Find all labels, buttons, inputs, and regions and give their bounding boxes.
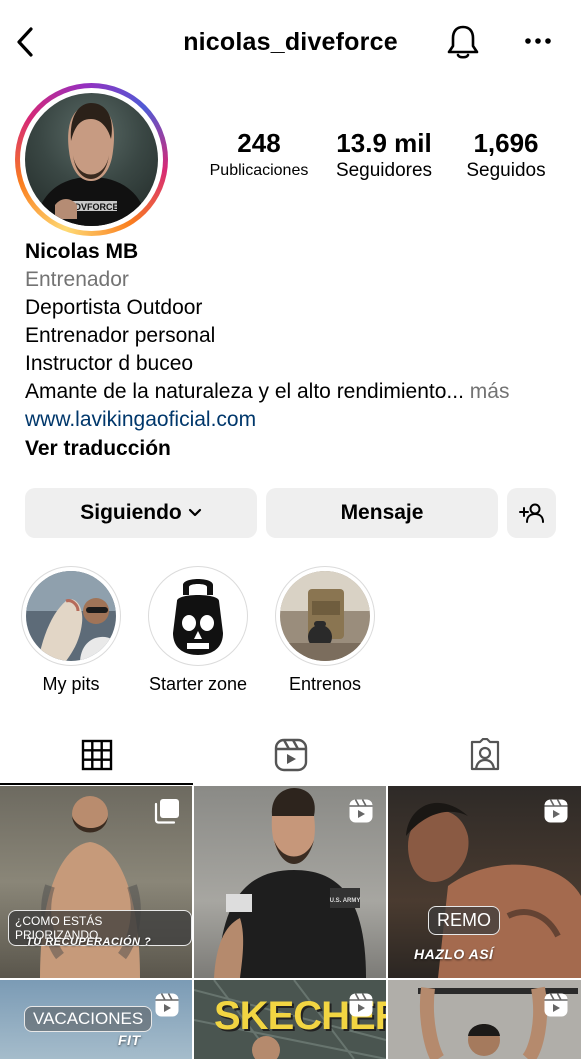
tagged-icon [470, 738, 499, 771]
highlight-my-pits[interactable]: My pits [21, 566, 121, 695]
highlight-label: Starter zone [148, 674, 248, 694]
more-horizontal-icon [525, 38, 551, 44]
post-caption-text: TU RECUPERACIÓN ? [26, 936, 152, 948]
post-shirt-text: U.S. ARMY [330, 898, 361, 904]
posts-grid: ¿COMO ESTÁS PRIORIZANDO TU RECUPERACIÓN … [0, 786, 581, 1059]
profile-tabs [0, 725, 581, 785]
carousel-icon [154, 799, 179, 824]
post-caption-text: FIT [118, 1032, 141, 1048]
post-caption-pill: VACACIONES [24, 1006, 153, 1032]
bio-line: Amante de la naturaleza y el alto rendim… [25, 378, 555, 406]
following-button[interactable]: Siguiendo [25, 488, 257, 538]
post-tile[interactable]: REMO HAZLO ASÍ [388, 786, 581, 978]
see-translation-link[interactable]: Ver traducción [25, 434, 555, 464]
stat-posts-count: 248 [237, 128, 281, 158]
bio-last-line: Amante de la naturaleza y el alto rendim… [25, 380, 464, 403]
highlight-starter-zone[interactable]: Starter zone [148, 566, 248, 695]
bio-line: Deportista Outdoor [25, 296, 203, 319]
highlight-label: Entrenos [288, 674, 362, 694]
bio-more-link[interactable]: más [470, 380, 510, 403]
tab-posts-grid[interactable] [0, 725, 193, 785]
profile-username: nicolas_diveforce [183, 28, 398, 56]
stat-followers-count: 13.9 mil [336, 128, 432, 158]
suggest-people-button[interactable] [507, 488, 556, 538]
post-caption-pill: REMO [428, 906, 500, 935]
highlight-cover [26, 571, 116, 661]
reel-icon [349, 799, 373, 823]
post-tile[interactable] [388, 980, 581, 1059]
stat-following-label: Seguidos [466, 160, 546, 181]
more-options-button[interactable] [520, 26, 556, 56]
highlight-label: My pits [42, 674, 100, 694]
message-label: Mensaje [340, 501, 424, 524]
profile-header: nicolas_diveforce [0, 0, 581, 86]
reel-icon [349, 993, 373, 1017]
highlight-cover [153, 571, 243, 661]
bio-line: Entrenador personal [25, 324, 216, 347]
grid-icon [81, 739, 112, 771]
tab-reels[interactable] [194, 725, 387, 785]
highlight-cover [280, 571, 370, 661]
bio-website-link[interactable]: www.lavikingaoficial.com [25, 406, 555, 434]
stat-followers[interactable]: 13.9 mil Seguidores [326, 128, 442, 184]
stat-followers-label: Seguidores [335, 160, 433, 181]
stat-posts: 248 Publicaciones [202, 128, 316, 184]
avatar: ODVFORCE [25, 93, 158, 226]
profile-category: Entrenador [25, 268, 129, 291]
profile-bio: Nicolas MB Entrenador Deportista Outdoor… [25, 238, 555, 464]
bio-line: Instructor d buceo [25, 352, 194, 375]
active-tab-indicator [0, 783, 193, 785]
tab-tagged[interactable] [388, 725, 581, 785]
reel-icon [544, 799, 568, 823]
highlight-entrenos[interactable]: Entrenos [275, 566, 375, 695]
post-caption-text: HAZLO ASÍ [414, 946, 494, 962]
story-ring[interactable]: ODVFORCE [15, 83, 168, 236]
reel-icon [544, 993, 568, 1017]
reels-icon [274, 738, 307, 772]
post-tile[interactable]: VACACIONES FIT [0, 980, 192, 1059]
display-name: Nicolas MB [25, 240, 139, 263]
message-button[interactable]: Mensaje [266, 488, 498, 538]
stat-following-count: 1,696 [473, 128, 539, 158]
chevron-down-icon [188, 508, 201, 517]
following-label: Siguiendo [80, 501, 182, 524]
post-tile[interactable]: SKECHERS [194, 980, 386, 1059]
add-person-icon [518, 503, 544, 523]
post-tile[interactable]: ¿COMO ESTÁS PRIORIZANDO TU RECUPERACIÓN … [0, 786, 192, 978]
bell-icon [447, 25, 479, 59]
post-tile[interactable]: U.S. ARMY [194, 786, 386, 978]
reel-icon [155, 993, 179, 1017]
notifications-button[interactable] [444, 22, 482, 62]
stat-following[interactable]: 1,696 Seguidos [456, 128, 556, 184]
stat-posts-label: Publicaciones [209, 162, 309, 179]
